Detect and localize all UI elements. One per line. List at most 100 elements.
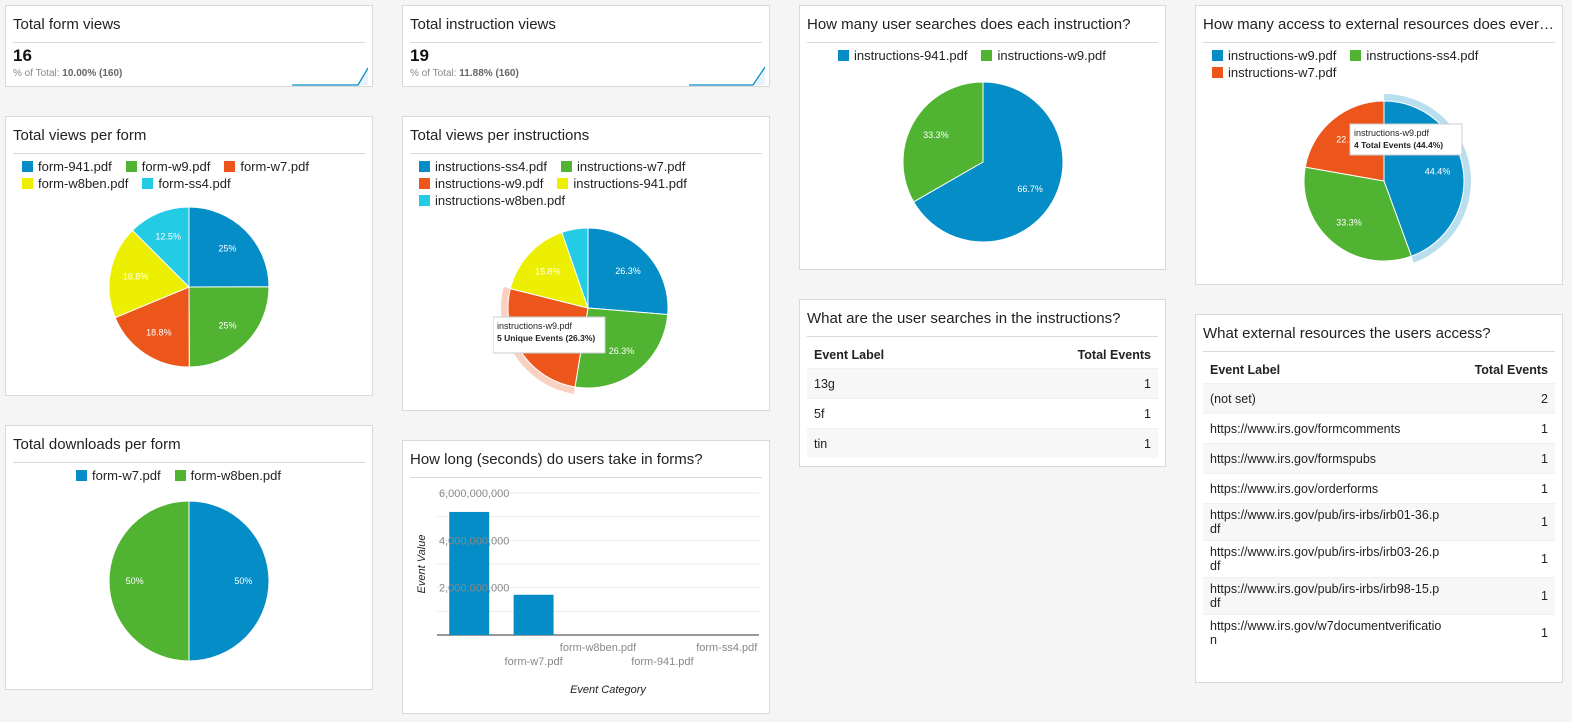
cell-event-label[interactable]: https://www.irs.gov/formspubs (1210, 452, 1376, 466)
card-title: What are the user searches in the instru… (807, 310, 1121, 327)
table-header: Event Label Total Events (1203, 357, 1555, 383)
legend-item-instructions-w8ben-pdf[interactable]: instructions-w8ben.pdf (419, 193, 565, 208)
legend-item-form-w7-pdf[interactable]: form-w7.pdf (76, 468, 161, 483)
column-header-event-label[interactable]: Event Label (814, 348, 884, 362)
chart-tooltip: instructions-w9.pdf 4 Total Events (44.4%… (1349, 123, 1463, 156)
legend-item-instructions-ss4-pdf[interactable]: instructions-ss4.pdf (419, 159, 547, 174)
card-title: How many access to external resources do… (1203, 16, 1555, 33)
legend-item-instructions-w7-pdf[interactable]: instructions-w7.pdf (1212, 65, 1336, 80)
legend-label: instructions-w7.pdf (577, 159, 686, 174)
legend-item-instructions-ss4-pdf[interactable]: instructions-ss4.pdf (1350, 48, 1478, 63)
tooltip-value: 4 Total Events (44.4%) (1354, 140, 1443, 150)
pie-data-label: 26.3% (615, 266, 641, 276)
legend-item-instructions-941-pdf[interactable]: instructions-941.pdf (838, 48, 967, 63)
table-row: 13g 1 (807, 368, 1158, 398)
cell-event-label[interactable]: https://www.irs.gov/formcomments (1210, 422, 1400, 436)
table-row: https://www.irs.gov/orderforms 1 (1203, 473, 1555, 503)
legend-label: form-w9.pdf (141, 159, 211, 174)
table-row: tin 1 (807, 428, 1158, 458)
table-header: Event Label Total Events (807, 342, 1158, 368)
legend-label: instructions-941.pdf (573, 176, 687, 191)
pie-data-label: 50% (234, 576, 252, 586)
cell-event-label[interactable]: tin (814, 437, 827, 451)
cell-total-events: 1 (1541, 589, 1548, 603)
cell-event-label[interactable]: https://www.irs.gov/pub/irs-irbs/irb03-2… (1210, 545, 1445, 573)
cell-event-label[interactable]: 5f (814, 407, 824, 421)
legend-item-instructions-941-pdf[interactable]: instructions-941.pdf (557, 176, 687, 191)
card-views-per-form: Total views per form form-941.pdf form-w9… (5, 116, 373, 396)
cell-total-events: 1 (1541, 552, 1548, 566)
cell-event-label[interactable]: (not set) (1210, 392, 1256, 406)
column-header-total-events[interactable]: Total Events (1078, 348, 1151, 362)
legend-item-form-w9-pdf[interactable]: form-w9.pdf (125, 159, 211, 174)
cell-event-label[interactable]: https://www.irs.gov/pub/irs-irbs/irb01-3… (1210, 508, 1445, 536)
bar-chart: 2,000,000,000 4,000,000,000 6,000,000,000 f… (416, 488, 759, 696)
legend-swatch (981, 50, 993, 61)
divider (410, 477, 762, 478)
cell-event-label[interactable]: https://www.irs.gov/pub/irs-irbs/irb98-1… (1210, 582, 1445, 610)
legend-label: form-w8ben.pdf (38, 176, 129, 191)
legend-label: form-w7.pdf (92, 468, 161, 483)
cell-total-events: 1 (1541, 481, 1548, 496)
pie-data-label: 18.8% (123, 271, 149, 281)
table-body: (not set) 2 https://www.irs.gov/formcommen… (1203, 383, 1555, 651)
divider (1203, 42, 1555, 43)
tooltip-value: 5 Unique Events (26.3%) (497, 333, 595, 343)
bar-form-w7-pdf[interactable] (513, 594, 554, 635)
y-tick-label: 2,000,000,000 (439, 583, 509, 595)
cell-event-label[interactable]: https://www.irs.gov/orderforms (1210, 482, 1378, 496)
cell-total-events: 1 (1541, 421, 1548, 436)
pie-slice-form-w8ben-pdf[interactable] (108, 500, 190, 662)
cell-total-events: 1 (1144, 376, 1151, 391)
legend-item-instructions-w9-pdf[interactable]: instructions-w9.pdf (981, 48, 1106, 63)
cell-total-events: 1 (1541, 515, 1548, 529)
card-title: What external resources the users access… (1203, 325, 1491, 342)
bar-blank[interactable] (449, 511, 490, 635)
legend-label: instructions-w8ben.pdf (435, 193, 566, 208)
legend-item-form-ss4-pdf[interactable]: form-ss4.pdf (142, 176, 231, 191)
x-tick-label: form-w8ben.pdf (560, 642, 637, 654)
cell-total-events: 2 (1541, 391, 1548, 406)
card-external-per-instruction: How many access to external resources do… (1195, 5, 1563, 285)
pie-data-label: 66.7% (1017, 184, 1043, 194)
legend-label: instructions-w9.pdf (997, 48, 1106, 63)
pie-chart: 26.3% 26.3% 15.8% instructions-w9.pdf 5 Uniq… (493, 227, 669, 394)
column-header-event-label[interactable]: Event Label (1210, 363, 1280, 377)
pie-data-label: 33.3% (1336, 218, 1362, 228)
cell-event-label[interactable]: https://www.irs.gov/w7documentverificati… (1210, 619, 1445, 647)
legend-item-form-941-pdf[interactable]: form-941.pdf (22, 159, 112, 174)
divider (13, 42, 365, 43)
pie-slice-form-w7-pdf[interactable] (188, 500, 270, 662)
card-title: How long (seconds) do users take in form… (410, 451, 703, 468)
table-row: https://www.irs.gov/w7documentverificati… (1203, 614, 1555, 651)
y-axis-title: Event Value (416, 535, 428, 594)
legend-item-form-w8ben-pdf[interactable]: form-w8ben.pdf (22, 176, 128, 191)
legend-item-form-w8ben-pdf[interactable]: form-w8ben.pdf (174, 468, 281, 483)
legend-swatch (1212, 67, 1223, 78)
tooltip-title: instructions-w9.pdf (1354, 128, 1430, 138)
divider (807, 42, 1158, 43)
cell-total-events: 1 (1541, 626, 1548, 640)
tooltip-title: instructions-w9.pdf (497, 321, 573, 331)
pie-data-label: 25% (218, 244, 236, 254)
pie-data-label: 12.5% (155, 232, 181, 242)
legend-swatch (22, 161, 33, 172)
y-tick-label: 6,000,000,000 (439, 488, 509, 500)
cell-total-events: 1 (1541, 451, 1548, 466)
card-searches-per-instruction: How many user searches does each instruc… (799, 5, 1166, 270)
card-title: Total views per form (13, 127, 147, 144)
chart-legend: instructions-w9.pdf instructions-ss4.pdf i… (1212, 48, 1557, 82)
x-axis-title: Event Category (570, 684, 647, 696)
divider (410, 42, 762, 43)
legend-item-instructions-w9-pdf[interactable]: instructions-w9.pdf (419, 176, 543, 191)
card-title: Total instruction views (410, 16, 556, 33)
pct-label: % of Total: (13, 68, 60, 79)
y-tick-label: 4,000,000,000 (439, 535, 509, 547)
legend-item-instructions-w7-pdf[interactable]: instructions-w7.pdf (561, 159, 685, 174)
column-header-total-events[interactable]: Total Events (1475, 363, 1548, 377)
legend-label: form-w8ben.pdf (190, 468, 281, 483)
legend-item-form-w7-pdf[interactable]: form-w7.pdf (224, 159, 309, 174)
legend-item-instructions-w9-pdf[interactable]: instructions-w9.pdf (1212, 48, 1336, 63)
cell-event-label[interactable]: 13g (814, 377, 835, 391)
cell-total-events: 1 (1144, 406, 1151, 421)
